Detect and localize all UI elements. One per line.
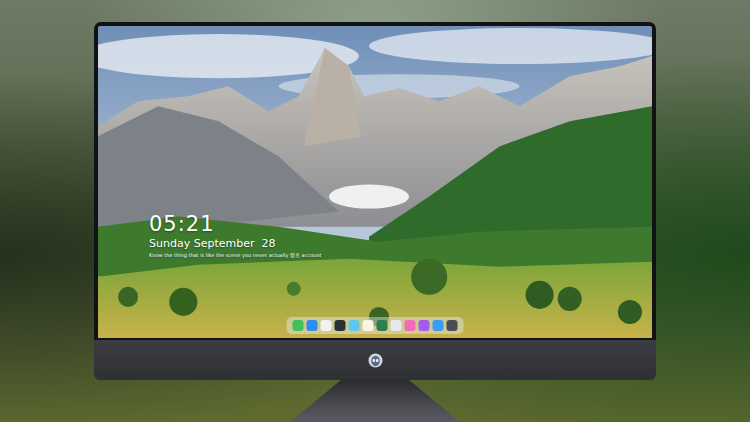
monitor-screen: 05:21 Sunday September 28 Know the thing… bbox=[94, 22, 656, 340]
dock-app-icon[interactable] bbox=[405, 320, 416, 331]
dock-app-icon[interactable] bbox=[335, 320, 346, 331]
lock-screen-info: 05:21 Sunday September 28 Know the thing… bbox=[149, 212, 322, 259]
alien-logo-icon bbox=[368, 353, 383, 368]
dock-app-icon[interactable] bbox=[349, 320, 360, 331]
lock-date: Sunday September 28 bbox=[149, 236, 322, 251]
dock-app-icon[interactable] bbox=[391, 320, 402, 331]
wallpaper-photo bbox=[98, 26, 652, 338]
dock-app-icon[interactable] bbox=[447, 320, 458, 331]
desktop-backdrop: 05:21 Sunday September 28 Know the thing… bbox=[0, 0, 750, 422]
monitor: 05:21 Sunday September 28 Know the thing… bbox=[94, 22, 656, 422]
dock-app-icon[interactable] bbox=[307, 320, 318, 331]
dock-app-icon[interactable] bbox=[433, 320, 444, 331]
monitor-chin bbox=[94, 340, 656, 380]
lock-message: Know the thing that is like the scene yo… bbox=[149, 251, 322, 259]
dock-app-icon[interactable] bbox=[363, 320, 374, 331]
dock-app-icon[interactable] bbox=[321, 320, 332, 331]
dock-app-icon[interactable] bbox=[377, 320, 388, 331]
dock bbox=[287, 317, 464, 334]
lock-time: 05:21 bbox=[149, 212, 322, 236]
dock-app-icon[interactable] bbox=[293, 320, 304, 331]
dock-app-icon[interactable] bbox=[419, 320, 430, 331]
monitor-stand bbox=[290, 380, 460, 422]
